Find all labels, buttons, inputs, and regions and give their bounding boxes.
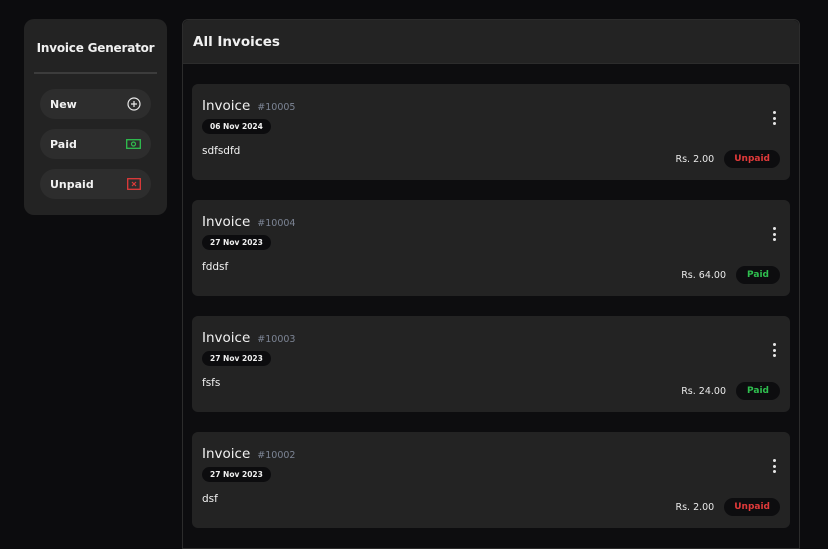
invoice-amount: Rs. 64.00 (681, 269, 726, 281)
sidebar-nav: New Paid Unpaid (24, 89, 167, 199)
invoice-amount: Rs. 2.00 (675, 501, 715, 513)
status-badge: Unpaid (724, 498, 780, 516)
invoice-card[interactable]: Invoice #10004 27 Nov 2023 fddsf Rs. 64.0… (192, 200, 790, 296)
app-title: Invoice Generator (36, 41, 155, 55)
invoice-card[interactable]: Invoice #10005 06 Nov 2024 sdfsdfd Rs. 2.… (192, 84, 790, 180)
invoice-label: Invoice (202, 446, 251, 462)
invoice-number: #10004 (257, 218, 296, 229)
status-badge: Unpaid (724, 150, 780, 168)
invoice-label: Invoice (202, 98, 251, 114)
sidebar-item-unpaid[interactable]: Unpaid (40, 169, 151, 199)
x-box-icon (126, 178, 141, 190)
plus-circle-icon (126, 97, 141, 111)
status-badge: Paid (736, 382, 780, 400)
invoices-panel: All Invoices Invoice #10005 06 Nov 2024 s… (182, 19, 800, 549)
sidebar-item-label: New (50, 97, 77, 111)
invoice-amount: Rs. 2.00 (675, 153, 715, 165)
more-options-icon[interactable] (770, 111, 778, 125)
invoice-number: #10003 (257, 334, 296, 345)
invoice-label: Invoice (202, 214, 251, 230)
invoice-list: Invoice #10005 06 Nov 2024 sdfsdfd Rs. 2.… (183, 64, 799, 528)
sidebar-item-new[interactable]: New (40, 89, 151, 119)
invoice-card[interactable]: Invoice #10003 27 Nov 2023 fsfs Rs. 24.00… (192, 316, 790, 412)
page-title: All Invoices (183, 20, 799, 64)
sidebar-item-label: Unpaid (50, 177, 94, 191)
invoice-number: #10005 (257, 102, 296, 113)
sidebar-item-paid[interactable]: Paid (40, 129, 151, 159)
invoice-number: #10002 (257, 450, 296, 461)
more-options-icon[interactable] (770, 227, 778, 241)
invoice-date: 27 Nov 2023 (202, 235, 271, 250)
status-badge: Paid (736, 266, 780, 284)
more-options-icon[interactable] (770, 459, 778, 473)
money-icon (126, 138, 141, 150)
sidebar: Invoice Generator New Paid Unpaid (24, 19, 167, 215)
invoice-date: 27 Nov 2023 (202, 351, 271, 366)
sidebar-item-label: Paid (50, 137, 77, 151)
invoice-label: Invoice (202, 330, 251, 346)
divider (34, 72, 157, 74)
invoice-card[interactable]: Invoice #10002 27 Nov 2023 dsf Rs. 2.00 Un… (192, 432, 790, 528)
invoice-amount: Rs. 24.00 (681, 385, 726, 397)
invoice-date: 27 Nov 2023 (202, 467, 271, 482)
invoice-date: 06 Nov 2024 (202, 119, 271, 134)
more-options-icon[interactable] (770, 343, 778, 357)
